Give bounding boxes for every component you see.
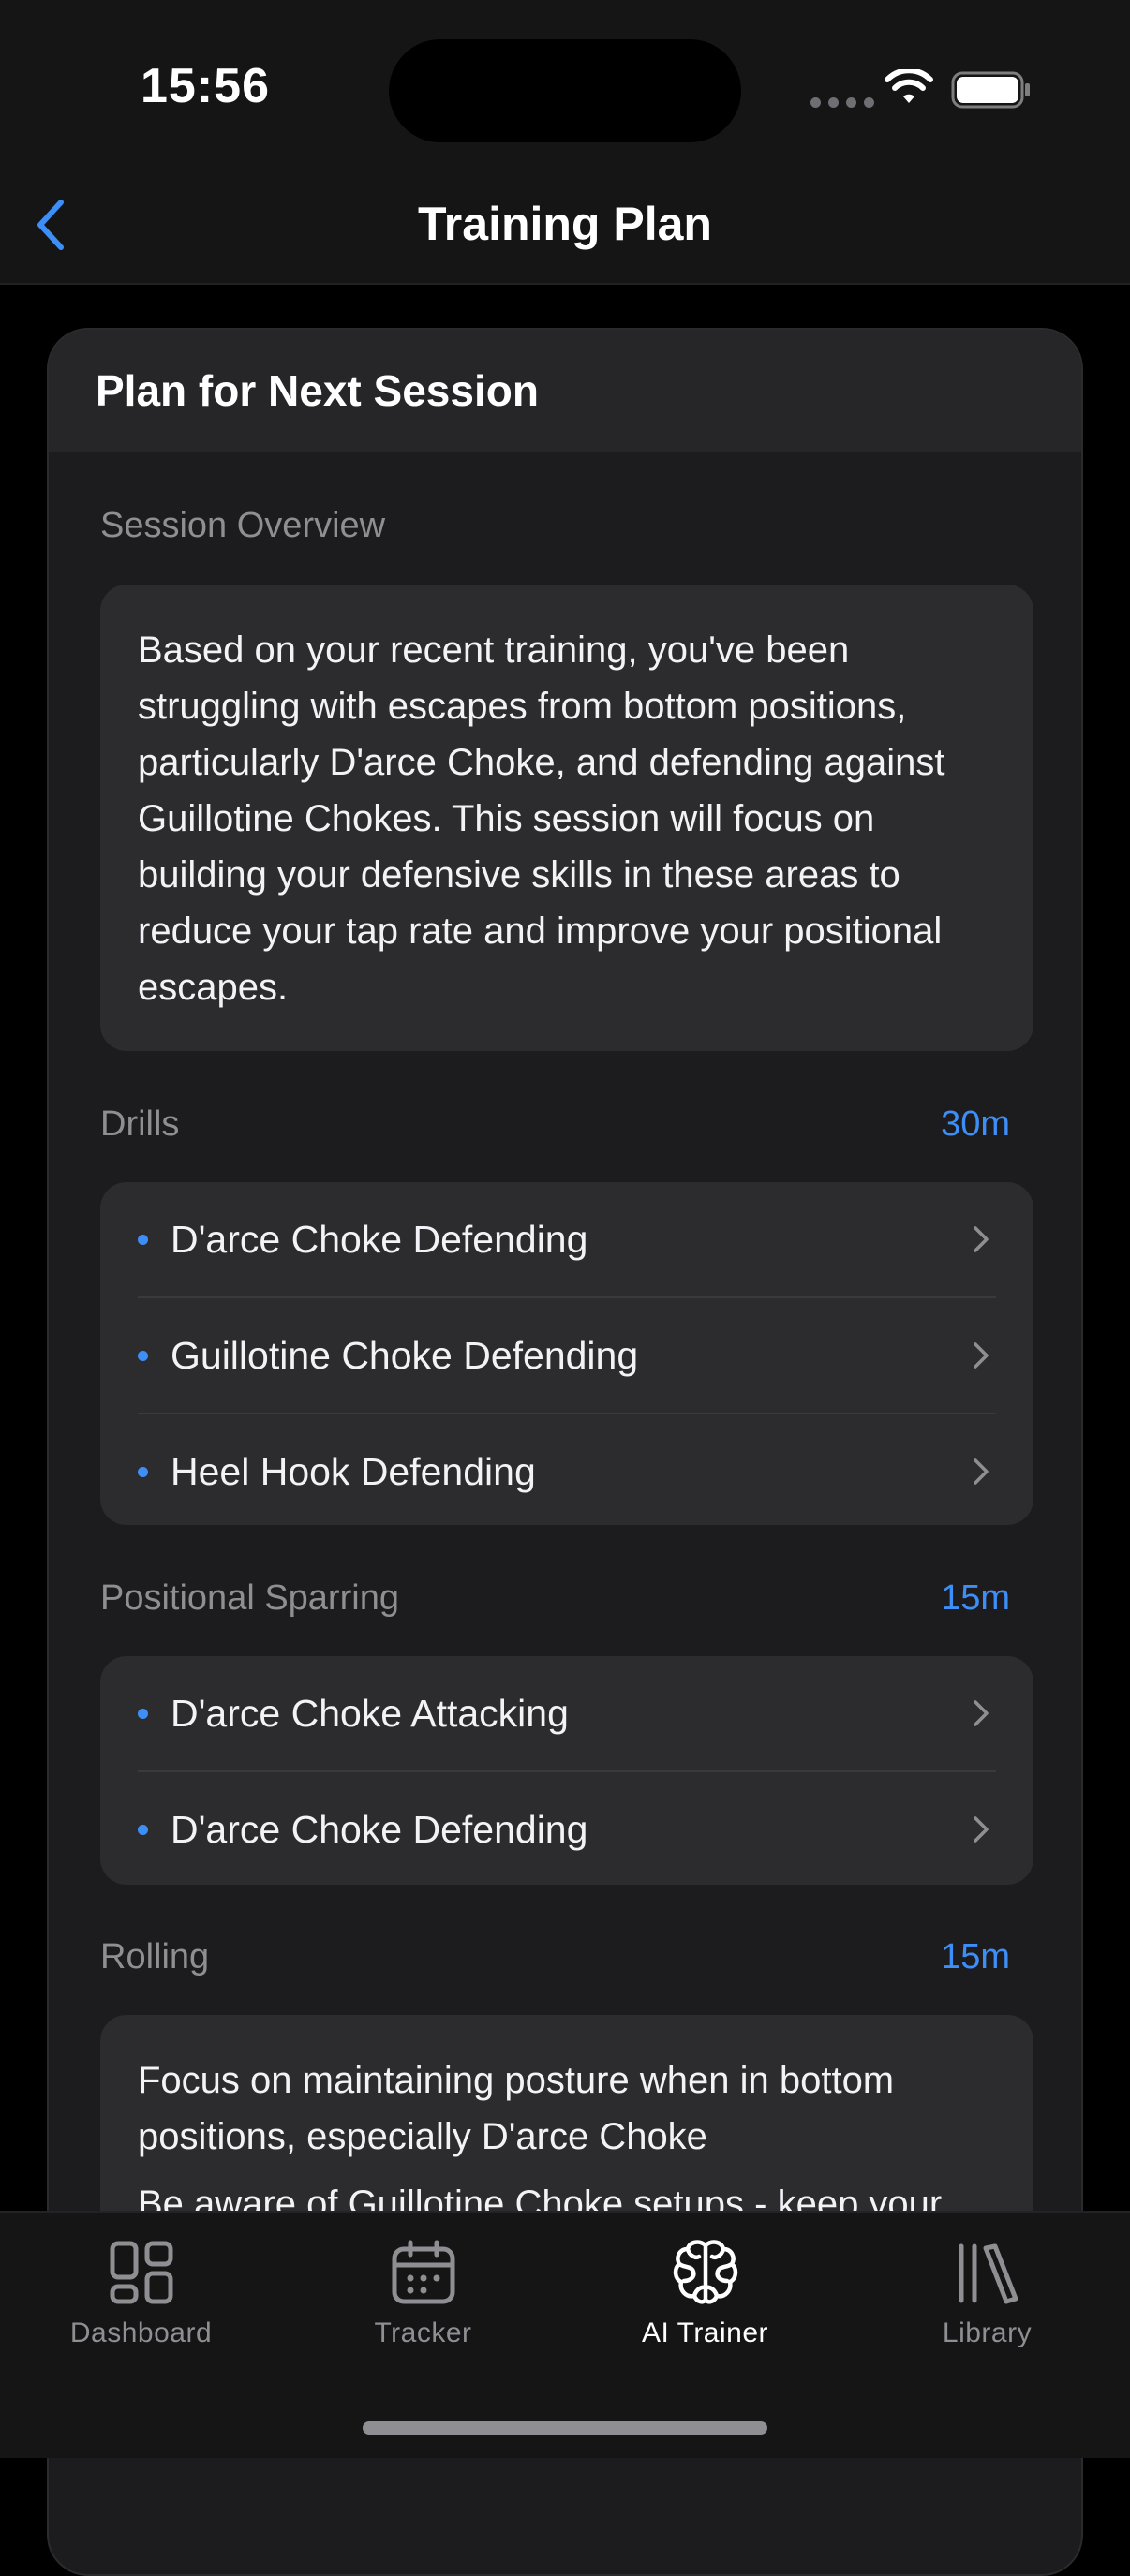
chevron-right-icon [974, 1342, 989, 1369]
sparring-section-label: Positional Sparring [100, 1578, 399, 1618]
tab-tracker[interactable]: Tracker [282, 2235, 564, 2349]
bullet-icon [138, 1708, 148, 1719]
library-books-icon [959, 2243, 1018, 2304]
drill-item-guillotine-choke-defending[interactable]: Guillotine Choke Defending [138, 1296, 996, 1413]
drill-item-darce-choke-defending[interactable]: D'arce Choke Defending [138, 1182, 996, 1296]
home-indicator [363, 2421, 767, 2435]
overview-text: Based on your recent training, you've be… [138, 629, 945, 1008]
rolling-note: Focus on maintaining posture when in bot… [138, 2060, 895, 2157]
page-title: Training Plan [418, 198, 712, 250]
list-item-label: D'arce Choke Defending [171, 1217, 588, 1261]
rolling-section-label: Rolling [100, 1937, 210, 1976]
wifi-icon [885, 69, 933, 103]
list-item-label: Heel Hook Defending [171, 1449, 536, 1493]
drills-duration: 30m [941, 1104, 1010, 1144]
list-item-label: Guillotine Choke Defending [171, 1333, 639, 1377]
dashboard-grid-icon [110, 2241, 172, 2304]
tab-label: Dashboard [69, 2317, 213, 2348]
bullet-icon [138, 1234, 148, 1245]
overview-section-label: Session Overview [100, 506, 386, 545]
chevron-right-icon [974, 1226, 989, 1252]
rolling-duration: 15m [941, 1937, 1010, 1976]
tab-dashboard[interactable]: Dashboard [0, 2235, 282, 2349]
status-bar: 15:56 [0, 0, 1130, 169]
tab-library[interactable]: Library [846, 2235, 1128, 2349]
navigation-bar: Training Plan [0, 169, 1130, 285]
drills-list: D'arce Choke Defending Guillotine Choke … [100, 1182, 1033, 1525]
card-title: Plan for Next Session [49, 330, 1081, 452]
sparring-item-darce-choke-defending[interactable]: D'arce Choke Defending [138, 1770, 996, 1887]
chevron-right-icon [974, 1816, 989, 1843]
sparring-item-darce-choke-attacking[interactable]: D'arce Choke Attacking [138, 1656, 996, 1770]
sparring-duration: 15m [941, 1578, 1010, 1618]
tab-label: Library [942, 2317, 1033, 2348]
list-item-label: D'arce Choke Defending [171, 1807, 588, 1851]
tab-label: Tracker [374, 2317, 472, 2348]
overview-panel: Based on your recent training, you've be… [100, 585, 1033, 1051]
tab-label: AI Trainer [641, 2317, 769, 2348]
list-item-label: D'arce Choke Attacking [171, 1691, 569, 1735]
cellular-signal-icon [810, 97, 874, 108]
battery-icon [951, 71, 1030, 109]
bullet-icon [138, 1350, 148, 1361]
brain-icon [673, 2240, 737, 2304]
drill-item-heel-hook-defending[interactable]: Heel Hook Defending [138, 1413, 996, 1529]
dynamic-island [389, 39, 741, 142]
bullet-icon [138, 1824, 148, 1835]
chevron-right-icon [974, 1458, 989, 1485]
chevron-right-icon [974, 1700, 989, 1726]
rolling-notes: Focus on maintaining posture when in bot… [100, 2015, 1033, 2232]
bullet-icon [138, 1466, 148, 1477]
drills-section-label: Drills [100, 1104, 180, 1144]
tab-ai-trainer[interactable]: AI Trainer [564, 2235, 846, 2349]
status-time: 15:56 [141, 59, 270, 113]
sparring-list: D'arce Choke Attacking D'arce Choke Defe… [100, 1656, 1033, 1885]
calendar-icon [392, 2240, 454, 2304]
